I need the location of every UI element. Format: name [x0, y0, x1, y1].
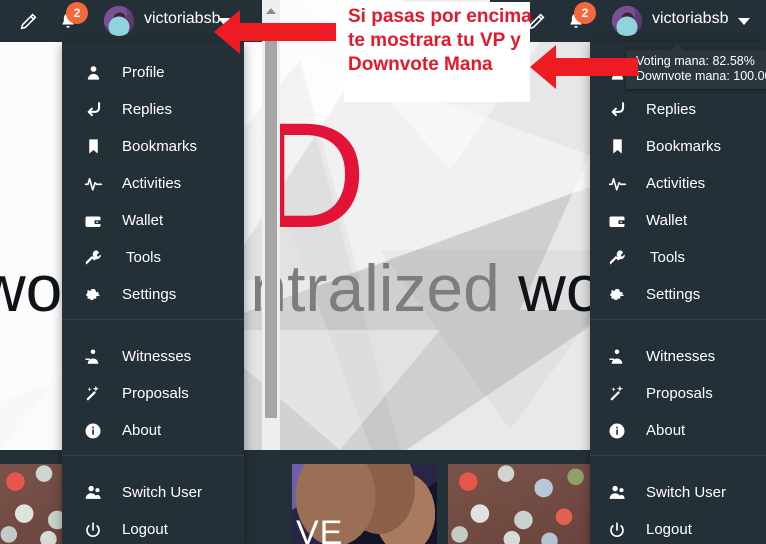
wallet-icon: [80, 210, 106, 232]
menu-item-switch-user[interactable]: Switch User: [62, 474, 244, 511]
wallet-icon: [604, 210, 630, 232]
menu-item-activities[interactable]: Activities: [590, 165, 766, 202]
menu-item-bookmarks[interactable]: Bookmarks: [62, 128, 244, 165]
menu-item-logout[interactable]: Logout: [590, 511, 766, 544]
menu-item-profile[interactable]: Profile: [62, 54, 244, 91]
menu-item-witnesses[interactable]: Witnesses: [590, 338, 766, 375]
menu-item-witnesses[interactable]: Witnesses: [62, 338, 244, 375]
info-icon: [80, 420, 106, 442]
notification-badge[interactable]: 2: [66, 2, 88, 24]
tooltip-voting-mana: Voting mana: 82.58%: [636, 54, 755, 68]
pencil-icon[interactable]: [18, 10, 40, 32]
witness-icon: [604, 346, 630, 368]
gear-icon: [604, 284, 630, 306]
menu-label: Profile: [122, 64, 165, 81]
menu-label: Switch User: [122, 484, 203, 501]
bookmark-icon: [604, 136, 630, 158]
bottom-caption: VE: [296, 514, 344, 544]
switch-user-icon: [604, 482, 630, 504]
menu-item-replies[interactable]: Replies: [62, 91, 244, 128]
user-menu-left: Profile Replies Bookmarks Activities Wal…: [62, 42, 244, 544]
mana-tooltip: Voting mana: 82.58% Downvote mana: 100.0…: [626, 44, 766, 89]
menu-label: Proposals: [122, 385, 189, 402]
menu-item-tools[interactable]: Tools: [590, 239, 766, 276]
menu-label: Tools: [126, 249, 162, 266]
switch-user-icon: [80, 482, 106, 504]
red-arrow-left: [214, 10, 336, 54]
menu-item-activities[interactable]: Activities: [62, 165, 244, 202]
user-icon: [80, 62, 106, 84]
tooltip-downvote-mana: Downvote mana: 100.00%: [636, 69, 766, 83]
reply-arrow-icon: [604, 99, 630, 121]
menu-label: Settings: [646, 286, 701, 303]
menu-label: Witnesses: [646, 348, 716, 365]
scrollbar-thumb[interactable]: [265, 30, 277, 418]
reply-arrow-icon: [80, 99, 106, 121]
menu-label: Witnesses: [122, 348, 192, 365]
menu-label: About: [646, 422, 686, 439]
menu-item-about[interactable]: About: [62, 412, 244, 449]
menu-label: Tools: [650, 249, 686, 266]
menu-label: Bookmarks: [122, 138, 198, 155]
tools-icon: [80, 247, 106, 269]
menu-label: Switch User: [646, 484, 727, 501]
menu-item-about[interactable]: About: [590, 412, 766, 449]
menu-divider: [62, 455, 244, 456]
avatar[interactable]: [612, 6, 642, 36]
chevron-down-icon[interactable]: [738, 18, 750, 25]
menu-divider: [590, 319, 766, 320]
menu-item-settings[interactable]: Settings: [62, 276, 244, 313]
menu-label: Logout: [122, 521, 168, 538]
menu-item-wallet[interactable]: Wallet: [62, 202, 244, 239]
gear-icon: [80, 284, 106, 306]
thumbnail-pebbles-right[interactable]: [448, 464, 593, 544]
magic-wand-icon: [80, 383, 106, 405]
avatar[interactable]: [104, 6, 134, 36]
menu-item-proposals[interactable]: Proposals: [590, 375, 766, 412]
user-menu-right: Profile Replies Bookmarks Activities Wal…: [590, 42, 766, 544]
username-label[interactable]: victoriabsb: [652, 10, 728, 28]
menu-label: Bookmarks: [646, 138, 722, 155]
red-arrow-right: [530, 45, 638, 89]
info-icon: [604, 420, 630, 442]
menu-item-proposals[interactable]: Proposals: [62, 375, 244, 412]
app-window: D wor ntralized wor VE 2 victoriabsb 2 v…: [0, 0, 766, 544]
notification-badge[interactable]: 2: [574, 2, 596, 24]
witness-icon: [80, 346, 106, 368]
pulse-icon: [80, 173, 106, 195]
menu-divider: [590, 455, 766, 456]
page-scrollbar[interactable]: [262, 0, 280, 450]
menu-label: Logout: [646, 521, 692, 538]
menu-item-wallet[interactable]: Wallet: [590, 202, 766, 239]
annotation-text: Si pasas por encima te mostrara tu VP y …: [348, 6, 532, 75]
menu-item-replies[interactable]: Replies: [590, 91, 766, 128]
menu-item-tools[interactable]: Tools: [62, 239, 244, 276]
menu-divider: [62, 319, 244, 320]
menu-item-switch-user[interactable]: Switch User: [590, 474, 766, 511]
bookmark-icon: [80, 136, 106, 158]
menu-label: Replies: [122, 101, 173, 118]
menu-label: Wallet: [122, 212, 164, 229]
power-icon: [604, 519, 630, 541]
menu-label: Activities: [122, 175, 182, 192]
menu-label: About: [122, 422, 162, 439]
menu-item-settings[interactable]: Settings: [590, 276, 766, 313]
menu-label: Replies: [646, 101, 697, 118]
power-icon: [80, 519, 106, 541]
menu-label: Wallet: [646, 212, 688, 229]
menu-item-bookmarks[interactable]: Bookmarks: [590, 128, 766, 165]
menu-label: Activities: [646, 175, 706, 192]
hero-headline-gray: ntralized: [250, 251, 500, 325]
tools-icon: [604, 247, 630, 269]
magic-wand-icon: [604, 383, 630, 405]
pulse-icon: [604, 173, 630, 195]
username-label[interactable]: victoriabsb: [144, 10, 220, 28]
menu-label: Proposals: [646, 385, 713, 402]
menu-label: Settings: [122, 286, 177, 303]
menu-item-logout[interactable]: Logout: [62, 511, 244, 544]
